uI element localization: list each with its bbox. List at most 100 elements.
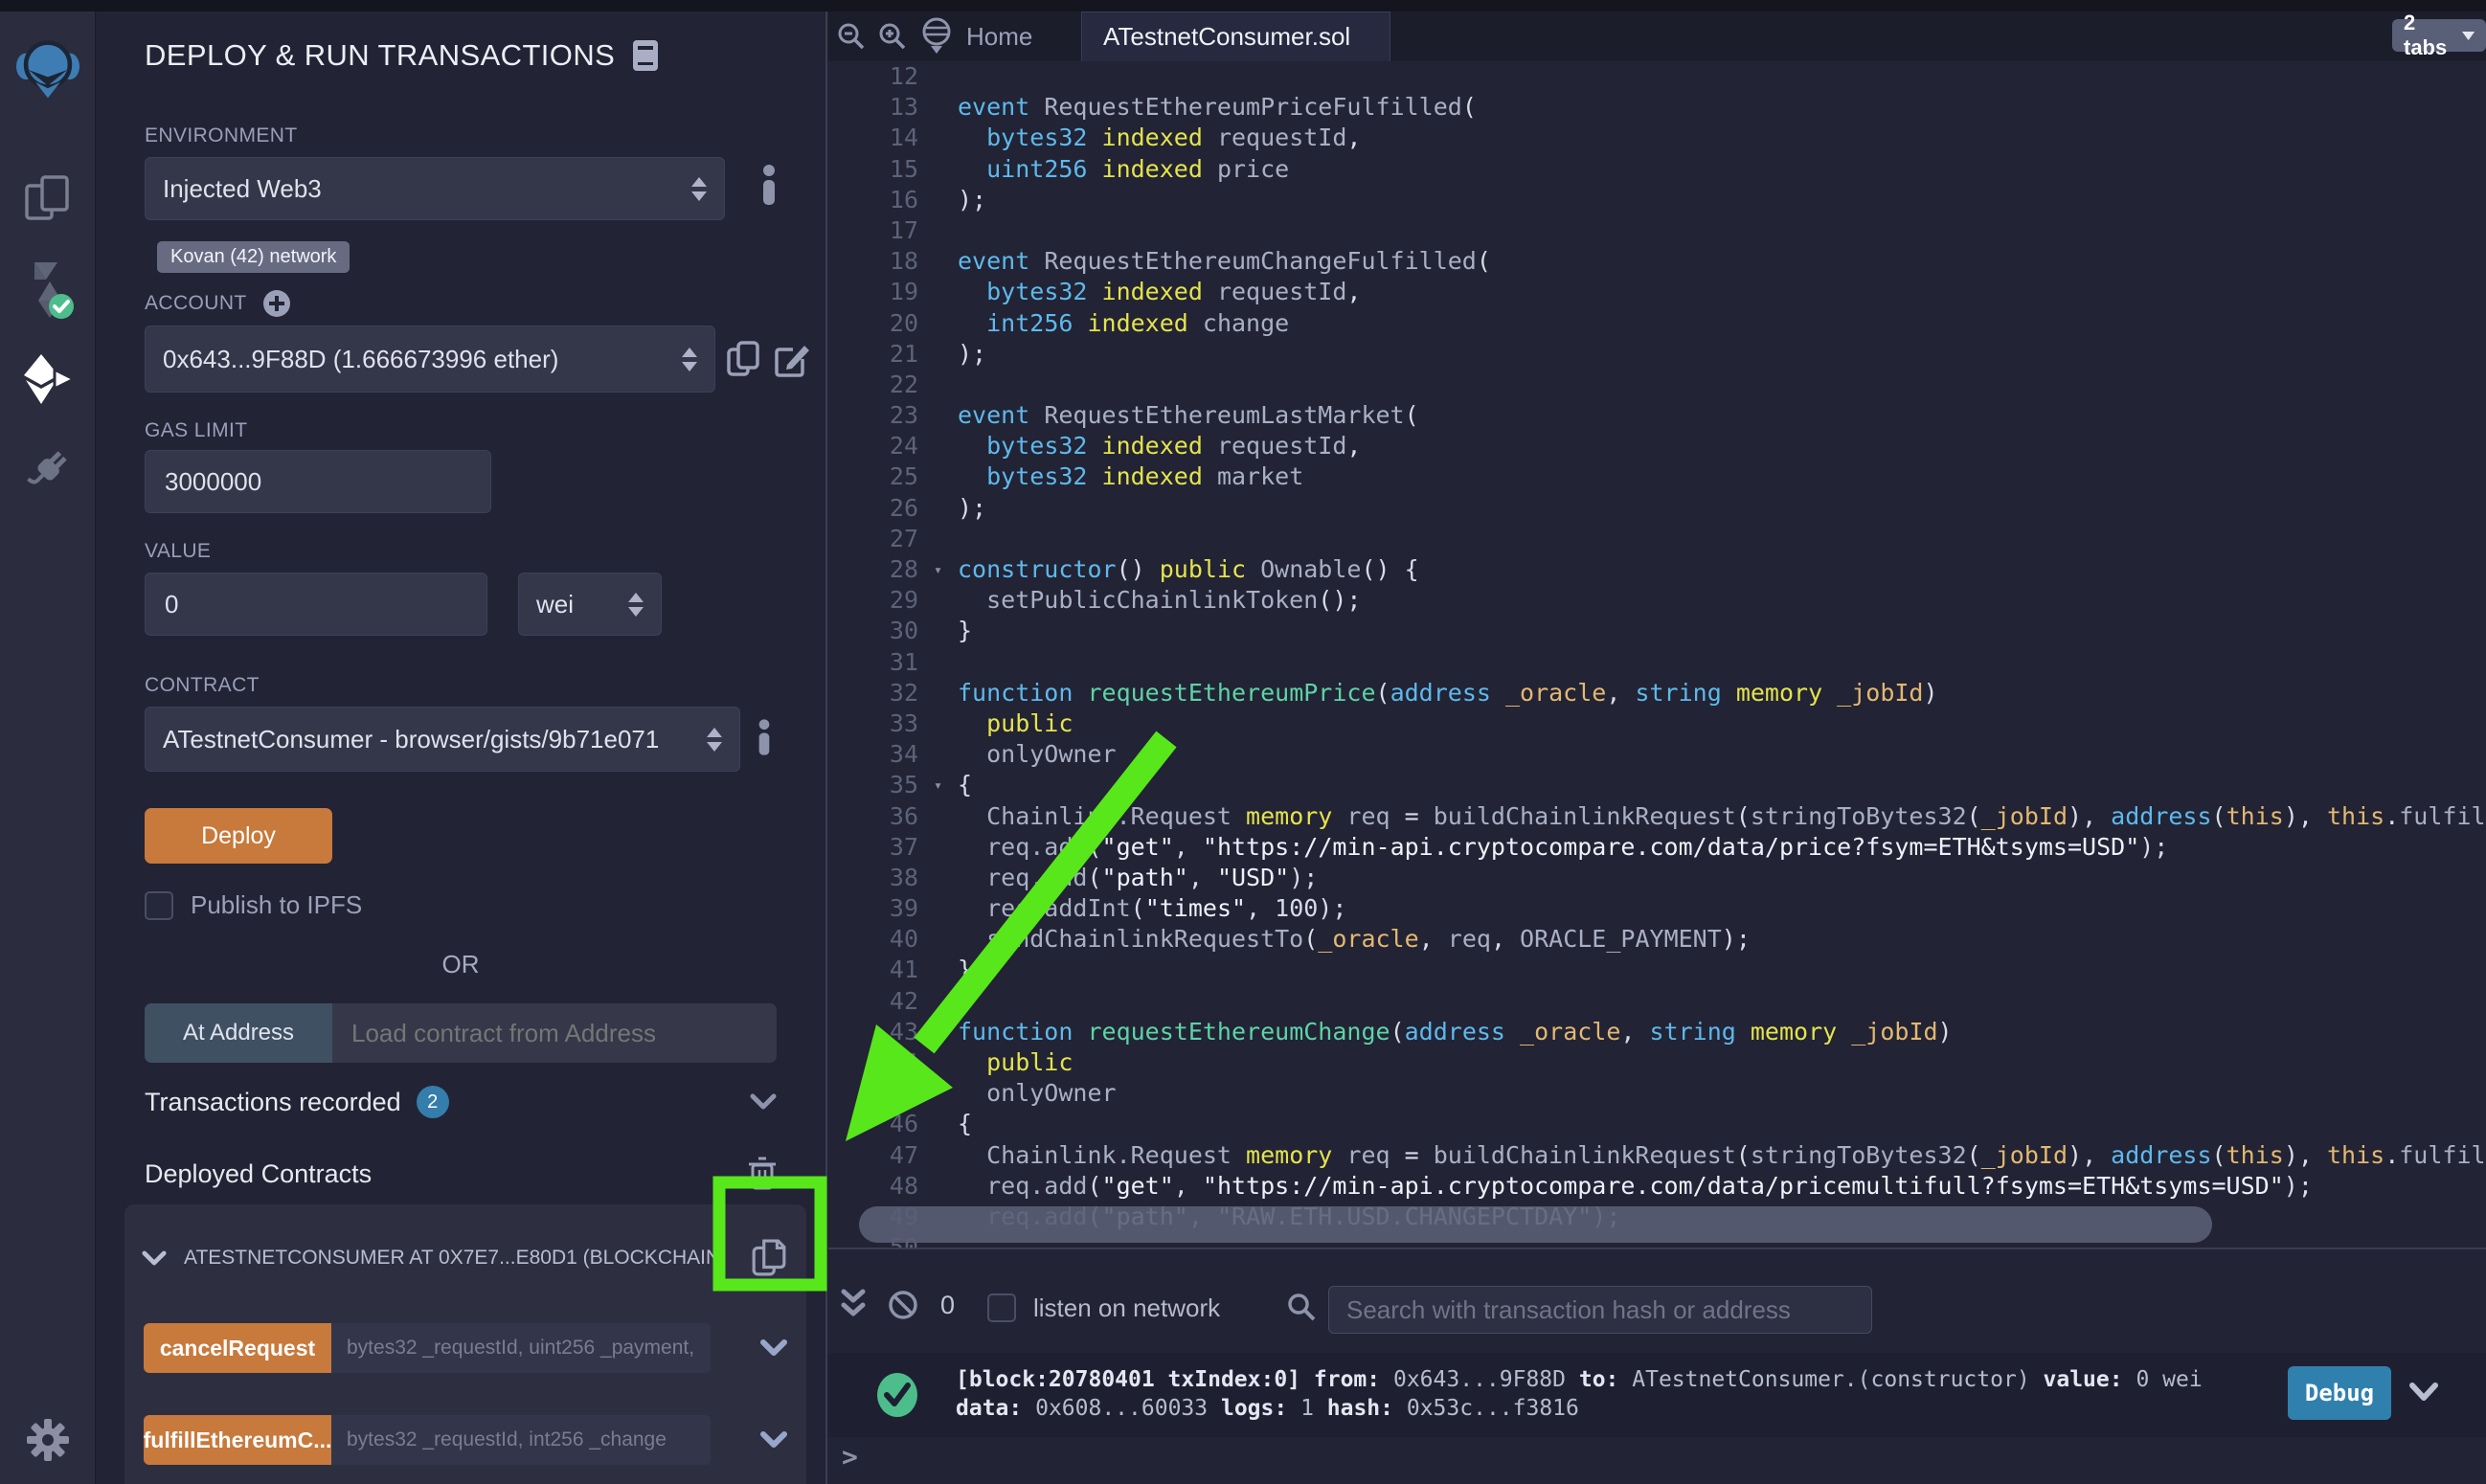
deploy-run-icon[interactable] xyxy=(20,354,76,404)
debug-button[interactable]: Debug xyxy=(2288,1366,2391,1420)
code-line: 46{ xyxy=(828,1109,2486,1139)
code-line: 32function requestEthereumPrice(address … xyxy=(828,678,2486,708)
code-line: 26); xyxy=(828,493,2486,524)
terminal-search-field[interactable] xyxy=(1328,1286,1872,1334)
code-line: 23event RequestEthereumLastMarket( xyxy=(828,400,2486,431)
environment-info-icon[interactable] xyxy=(760,165,778,205)
code-line: 17 xyxy=(828,215,2486,246)
doc-icon xyxy=(632,39,659,72)
code-editor[interactable]: 1213event RequestEthereumPriceFulfilled(… xyxy=(828,61,2486,1249)
contract-select[interactable]: ATestnetConsumer - browser/gists/9b71e07… xyxy=(145,707,740,772)
deploy-button[interactable]: Deploy xyxy=(145,808,332,864)
clear-console-icon[interactable] xyxy=(888,1290,918,1320)
remix-ide-window: DEPLOY & RUN TRANSACTIONS ENVIRONMENT In… xyxy=(0,0,2486,1484)
zoom-in-icon[interactable] xyxy=(878,22,907,51)
cancel-request-button[interactable]: cancelRequest xyxy=(144,1323,331,1373)
deploy-run-panel: DEPLOY & RUN TRANSACTIONS ENVIRONMENT In… xyxy=(96,11,827,1484)
deployed-contract-title: ATESTNETCONSUMER AT 0X7E7...E80D1 (BLOCK… xyxy=(184,1247,716,1270)
code-line: 15 uint256 indexed price xyxy=(828,154,2486,185)
terminal-collapse-icon[interactable] xyxy=(840,1288,867,1320)
select-spinner-icon xyxy=(707,728,722,752)
code-line: 44 public xyxy=(828,1047,2486,1078)
fulfill-expand-icon[interactable] xyxy=(760,1431,787,1449)
deployed-contract-card: ATESTNETCONSUMER AT 0X7E7...E80D1 (BLOCK… xyxy=(124,1204,806,1484)
at-address-field[interactable] xyxy=(332,1003,777,1063)
code-line: 42 xyxy=(828,986,2486,1017)
account-select[interactable]: 0x643...9F88D (1.666673996 ether) xyxy=(145,326,715,393)
code-line: 31 xyxy=(828,647,2486,678)
select-spinner-icon xyxy=(628,593,644,617)
code-line: 35▾{ xyxy=(828,770,2486,800)
tab-atestnetconsumer[interactable]: ATestnetConsumer.sol xyxy=(1081,11,1390,61)
zoom-out-icon[interactable] xyxy=(837,22,866,51)
transaction-log-row[interactable]: [block:20780401 txIndex:0] from: 0x643..… xyxy=(828,1353,2486,1437)
select-spinner-icon xyxy=(682,348,697,371)
code-line: 38 req.add("path", "USD"); xyxy=(828,863,2486,893)
code-line: 22 xyxy=(828,370,2486,400)
listen-network-label: listen on network xyxy=(1033,1293,1220,1323)
code-line: 24 bytes32 indexed requestId, xyxy=(828,431,2486,461)
environment-label: ENVIRONMENT xyxy=(145,124,298,147)
remix-globe-icon xyxy=(920,17,953,56)
code-line: 34 onlyOwner xyxy=(828,739,2486,770)
solidity-compiler-icon[interactable] xyxy=(21,259,75,322)
add-account-icon[interactable] xyxy=(262,289,291,318)
cancel-request-expand-icon[interactable] xyxy=(760,1339,787,1357)
code-line: 19 bytes32 indexed requestId, xyxy=(828,277,2486,307)
transactions-count-badge: 2 xyxy=(417,1086,449,1118)
file-explorer-icon[interactable] xyxy=(23,172,73,226)
horizontal-scrollbar[interactable] xyxy=(859,1206,2212,1243)
code-line: 37 req.add("get", "https://min-api.crypt… xyxy=(828,832,2486,863)
code-line: 20 int256 indexed change xyxy=(828,308,2486,339)
code-line: 21); xyxy=(828,339,2486,370)
publish-ipfs-label: Publish to IPFS xyxy=(191,890,362,920)
search-icon xyxy=(1286,1292,1317,1322)
listen-network-checkbox[interactable] xyxy=(987,1293,1016,1322)
trash-icon[interactable] xyxy=(748,1157,777,1191)
publish-ipfs-checkbox[interactable] xyxy=(145,891,173,920)
at-address-button[interactable]: At Address xyxy=(145,1003,332,1063)
terminal-prompt[interactable]: > xyxy=(842,1441,858,1473)
select-spinner-icon xyxy=(691,177,707,201)
terminal: 0 listen on network [block:20780401 txIn… xyxy=(828,1248,2486,1484)
edit-account-icon[interactable] xyxy=(774,342,810,378)
code-line: 30} xyxy=(828,616,2486,646)
code-line: 28▾constructor() public Ownable() { xyxy=(828,554,2486,585)
tabs-count-dropdown[interactable]: 2 tabs xyxy=(2392,19,2486,52)
log-expand-chevron-icon[interactable] xyxy=(2408,1382,2439,1403)
code-line: 18event RequestEthereumChangeFulfilled( xyxy=(828,246,2486,277)
remix-logo-icon[interactable] xyxy=(16,38,79,101)
tab-home[interactable]: Home xyxy=(920,11,1032,61)
code-line: 41} xyxy=(828,955,2486,985)
value-field[interactable] xyxy=(145,573,487,636)
icon-rail xyxy=(0,11,96,1484)
code-line: 12 xyxy=(828,61,2486,92)
environment-select[interactable]: Injected Web3 xyxy=(145,157,725,220)
contract-expand-chevron-icon[interactable] xyxy=(142,1250,167,1267)
code-line: 48 req.add("get", "https://min-api.crypt… xyxy=(828,1171,2486,1202)
contract-info-icon[interactable] xyxy=(757,718,772,756)
code-line: 25 bytes32 indexed market xyxy=(828,461,2486,492)
settings-gear-icon[interactable] xyxy=(25,1417,71,1463)
code-line: 40 sendChainlinkRequestTo(_oracle, req, … xyxy=(828,924,2486,955)
code-line: 47 Chainlink.Request memory req = buildC… xyxy=(828,1140,2486,1171)
chevron-down-icon xyxy=(2462,31,2475,41)
code-line: 45 onlyOwner xyxy=(828,1078,2486,1109)
code-line: 16); xyxy=(828,185,2486,215)
gas-limit-field[interactable] xyxy=(145,450,491,513)
copy-contract-address-icon[interactable] xyxy=(751,1237,787,1279)
fulfill-ethereum-change-button[interactable]: fulfillEthereumC... xyxy=(144,1415,331,1465)
code-line: 29 setPublicChainlinkToken(); xyxy=(828,585,2486,616)
code-line: 14 bytes32 indexed requestId, xyxy=(828,123,2486,153)
cancel-request-args-field[interactable] xyxy=(331,1323,711,1373)
contract-label: CONTRACT xyxy=(145,674,260,697)
log-line-1: [block:20780401 txIndex:0] from: 0x643..… xyxy=(956,1365,2203,1394)
account-label: ACCOUNT xyxy=(145,292,247,315)
value-unit-select[interactable]: wei xyxy=(518,573,662,636)
copy-account-icon[interactable] xyxy=(726,340,760,378)
plugin-manager-icon[interactable] xyxy=(22,444,74,496)
fulfill-args-field[interactable] xyxy=(331,1415,711,1465)
value-label: VALUE xyxy=(145,540,211,563)
transactions-chevron-down-icon[interactable] xyxy=(750,1093,777,1111)
code-line: 27 xyxy=(828,524,2486,554)
